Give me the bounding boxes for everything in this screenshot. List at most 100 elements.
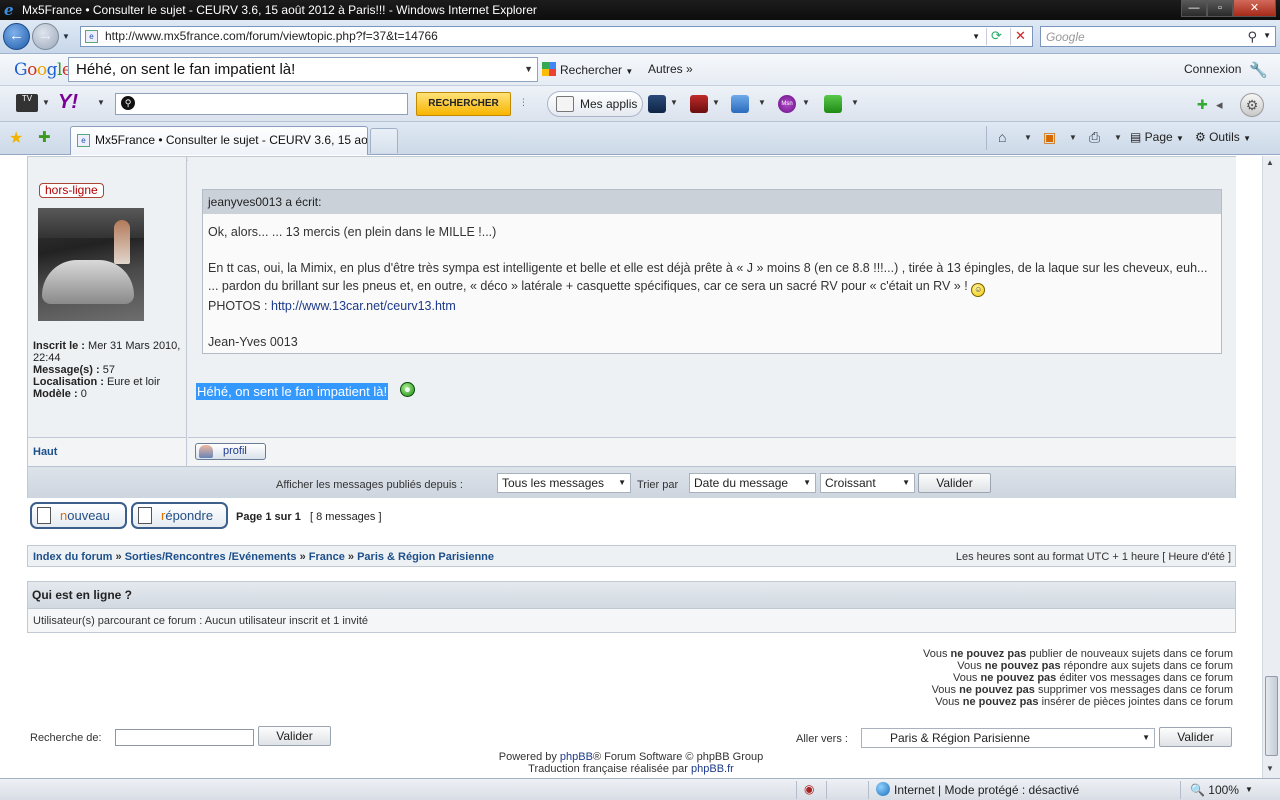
- home-icon[interactable]: ⌂: [998, 129, 1006, 145]
- privacy-icon[interactable]: ◉: [804, 782, 814, 796]
- news-icon[interactable]: [690, 95, 708, 113]
- post-table: hors-ligne Inscrit le : Mer 31 Mars 2010…: [27, 156, 1236, 498]
- page-content: hors-ligne Inscrit le : Mer 31 Mars 2010…: [0, 156, 1262, 778]
- tv-icon[interactable]: TV: [16, 94, 38, 112]
- history-dropdown-icon[interactable]: ▼: [62, 32, 70, 41]
- print-dropdown-icon[interactable]: ▼: [1114, 133, 1122, 142]
- add-icon[interactable]: ✚: [1197, 97, 1208, 113]
- google-search-input[interactable]: Héhé, on sent le fan impatient là! ▼: [68, 57, 538, 82]
- phpbb-fr-link[interactable]: phpBB.fr: [691, 763, 734, 775]
- video-icon[interactable]: [648, 95, 666, 113]
- photos-link[interactable]: http://www.13car.net/ceurv13.htm: [271, 299, 456, 313]
- minimize-button[interactable]: —: [1181, 0, 1207, 17]
- search-icon[interactable]: ⚲: [1247, 29, 1257, 45]
- window-titlebar: e Mx5France • Consulter le sujet - CEURV…: [0, 0, 1280, 20]
- rss-icon[interactable]: ▣: [1043, 129, 1056, 146]
- search-submit-button[interactable]: Valider: [258, 726, 331, 746]
- tab-title: Mx5France • Consulter le sujet - CEURV 3…: [95, 133, 368, 147]
- mail-dropdown-icon[interactable]: ▼: [758, 98, 766, 107]
- jump-select[interactable]: Paris & Région Parisienne ▼: [861, 728, 1155, 748]
- mail-icon[interactable]: [731, 95, 749, 113]
- post-footer-left: Haut: [28, 437, 187, 466]
- video-dropdown-icon[interactable]: ▼: [670, 98, 678, 107]
- rss-dropdown-icon[interactable]: ▼: [1069, 133, 1077, 142]
- favorites-star-icon[interactable]: ★: [9, 128, 23, 148]
- msn-dropdown-icon[interactable]: ▼: [802, 98, 810, 107]
- url-field[interactable]: e http://www.mx5france.com/forum/viewtop…: [80, 26, 1033, 47]
- smiley-icon: ☺: [971, 283, 986, 297]
- search-dropdown-icon[interactable]: ▼: [1263, 31, 1271, 40]
- new-tab-button[interactable]: [370, 128, 398, 153]
- filter-submit-button[interactable]: Valider: [918, 473, 991, 493]
- new-topic-button[interactable]: nouveau: [30, 502, 127, 529]
- widget-dropdown-icon[interactable]: ▼: [851, 98, 859, 107]
- page-menu[interactable]: ▤ Page ▼: [1130, 130, 1184, 144]
- wrench-icon[interactable]: 🔧: [1249, 61, 1268, 79]
- google-more-button[interactable]: Autres »: [648, 62, 693, 76]
- url-text[interactable]: http://www.mx5france.com/forum/viewtopic…: [105, 27, 438, 46]
- online-text: Utilisateur(s) parcourant ce forum : Auc…: [28, 608, 1235, 632]
- phpbb-link[interactable]: phpBB: [560, 751, 593, 763]
- display-filter-bar: Afficher les messages publiés depuis : T…: [28, 466, 1235, 498]
- breadcrumb-item-index[interactable]: Index du forum: [33, 551, 112, 563]
- sort-by-select[interactable]: Date du message ▼: [689, 473, 816, 493]
- security-zone[interactable]: Internet | Mode protégé : désactivé: [894, 783, 1079, 797]
- handle-icon[interactable]: ⋮: [519, 97, 528, 108]
- reply-button[interactable]: répondre: [131, 502, 228, 529]
- add-favorite-icon[interactable]: ✚: [38, 128, 51, 146]
- url-dropdown-icon[interactable]: ▼: [972, 27, 980, 46]
- news-dropdown-icon[interactable]: ▼: [712, 98, 720, 107]
- widget-icon[interactable]: [824, 95, 842, 113]
- query-dropdown-icon[interactable]: ▼: [524, 58, 533, 81]
- google-icon: [542, 62, 556, 76]
- vertical-scrollbar[interactable]: ▲ ▼: [1262, 156, 1280, 778]
- back-button[interactable]: ←: [3, 23, 30, 50]
- chevron-left-icon[interactable]: ◂: [1216, 97, 1223, 113]
- tv-dropdown-icon[interactable]: ▼: [42, 98, 50, 107]
- breadcrumb-item-sorties[interactable]: Sorties/Rencontres /Evénements: [125, 551, 297, 563]
- profile-button[interactable]: profil: [195, 443, 266, 460]
- google-search-button[interactable]: Rechercher ▼: [542, 62, 633, 77]
- print-icon[interactable]: ⎙: [1089, 129, 1100, 146]
- top-link[interactable]: Haut: [33, 446, 57, 458]
- yahoo-toolbar: TV ▼ Y! ▼ ⚲ RECHERCHER ⋮ Mes applis ▼ ▼ …: [0, 86, 1280, 122]
- apps-icon: [556, 96, 574, 112]
- my-apps-button[interactable]: Mes applis: [547, 91, 643, 117]
- forum-search-input[interactable]: [115, 729, 254, 746]
- yahoo-dropdown-icon[interactable]: ▼: [97, 98, 105, 107]
- zoom-level[interactable]: 🔍 100%: [1190, 783, 1239, 797]
- breadcrumb-item-paris[interactable]: Paris & Région Parisienne: [357, 551, 494, 563]
- powered-by: Powered by phpBB® Forum Software © phpBB…: [498, 751, 764, 763]
- permissions-list: Vous ne pouvez pas publier de nouveaux s…: [923, 648, 1233, 708]
- show-since-select[interactable]: Tous les messages ▼: [497, 473, 631, 493]
- home-dropdown-icon[interactable]: ▼: [1024, 133, 1032, 142]
- forward-button[interactable]: →: [32, 23, 59, 50]
- chevron-down-icon: ▼: [1142, 733, 1150, 742]
- tab-active[interactable]: e Mx5France • Consulter le sujet - CEURV…: [70, 126, 368, 155]
- zoom-dropdown-icon[interactable]: ▼: [1245, 785, 1253, 794]
- yahoo-search-input[interactable]: ⚲: [115, 93, 408, 115]
- browser-search-input[interactable]: Google ⚲ ▼: [1040, 26, 1276, 47]
- maximize-button[interactable]: ▫: [1207, 0, 1233, 17]
- sort-order-select[interactable]: Croissant ▼: [820, 473, 915, 493]
- google-query-text[interactable]: Héhé, on sent le fan impatient là!: [76, 61, 295, 78]
- refresh-icon[interactable]: ⟳: [986, 28, 1006, 45]
- yahoo-logo[interactable]: Y!: [58, 91, 78, 114]
- breadcrumb-item-france[interactable]: France: [309, 551, 345, 563]
- gear-icon[interactable]: ⚙: [1240, 93, 1264, 117]
- tools-menu[interactable]: ⚙ Outils ▼: [1195, 130, 1251, 144]
- ie-logo-icon: e: [4, 1, 14, 19]
- jump-submit-button[interactable]: Valider: [1159, 727, 1232, 747]
- scroll-thumb[interactable]: [1265, 676, 1278, 756]
- jump-label: Aller vers :: [796, 733, 848, 745]
- msn-icon[interactable]: Msn: [778, 95, 796, 113]
- google-connect-button[interactable]: Connexion: [1184, 62, 1241, 76]
- close-window-button[interactable]: ✕: [1233, 0, 1276, 17]
- breadcrumb: Index du forum » Sorties/Rencontres /Evé…: [33, 551, 495, 563]
- yahoo-search-button[interactable]: RECHERCHER: [416, 92, 511, 116]
- scroll-down-icon[interactable]: ▼: [1266, 764, 1274, 773]
- model-value: 0: [80, 388, 87, 400]
- scroll-up-icon[interactable]: ▲: [1266, 158, 1274, 167]
- location-value: Eure et loir: [106, 376, 161, 388]
- stop-icon[interactable]: ✕: [1010, 28, 1030, 45]
